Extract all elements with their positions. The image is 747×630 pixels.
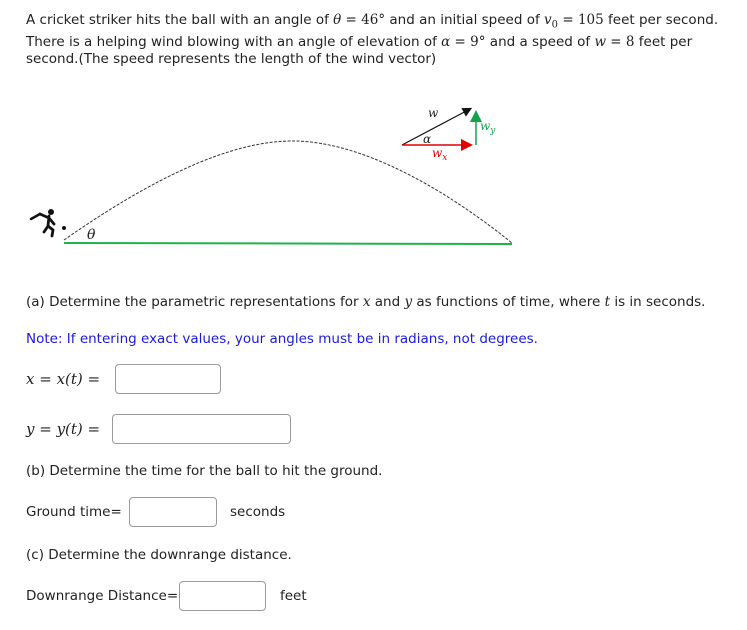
trajectory-figure: θ w α wx wy [29, 106, 513, 245]
ground-line [63, 242, 513, 245]
alpha-value: 9° [470, 33, 486, 50]
ground-time-label: Ground time= [26, 504, 122, 520]
y-of-t-input[interactable] [112, 414, 291, 444]
wy-label: wy [480, 119, 496, 136]
y-equation-label: y = y(t) = [26, 420, 101, 438]
problem-line-2: There is a helping wind blowing with an … [26, 33, 693, 50]
batsman-icon [29, 209, 66, 238]
ground-time-input[interactable] [129, 497, 217, 527]
part-b-question: (b) Determine the time for the ball to h… [26, 463, 383, 479]
alpha-label: α [423, 132, 431, 146]
problem-line-1: A cricket striker hits the ball with an … [26, 12, 719, 31]
radians-note: Note: If entering exact values, your ang… [26, 331, 538, 347]
theta-label: θ [87, 227, 96, 243]
problem-line-3: second.(The speed represents the length … [26, 50, 437, 67]
speed-value: 105 [577, 12, 604, 28]
problem-statement: A cricket striker hits the ball with an … [26, 12, 726, 68]
x-equation-label: x = x(t) = [26, 370, 101, 388]
seconds-unit: seconds [230, 504, 286, 520]
theta-value: 46° [361, 12, 386, 28]
downrange-distance-input[interactable] [179, 581, 266, 611]
x-of-t-input[interactable] [115, 364, 221, 394]
part-a-question: (a) Determine the parametric representat… [26, 294, 706, 310]
feet-unit: feet [280, 588, 307, 604]
downrange-distance-label: Downrange Distance= [26, 588, 179, 604]
wind-speed-value: 8 [625, 33, 635, 50]
wind-label: w [428, 106, 439, 120]
part-c-question: (c) Determine the downrange distance. [26, 547, 292, 563]
wx-label: wx [432, 146, 447, 163]
